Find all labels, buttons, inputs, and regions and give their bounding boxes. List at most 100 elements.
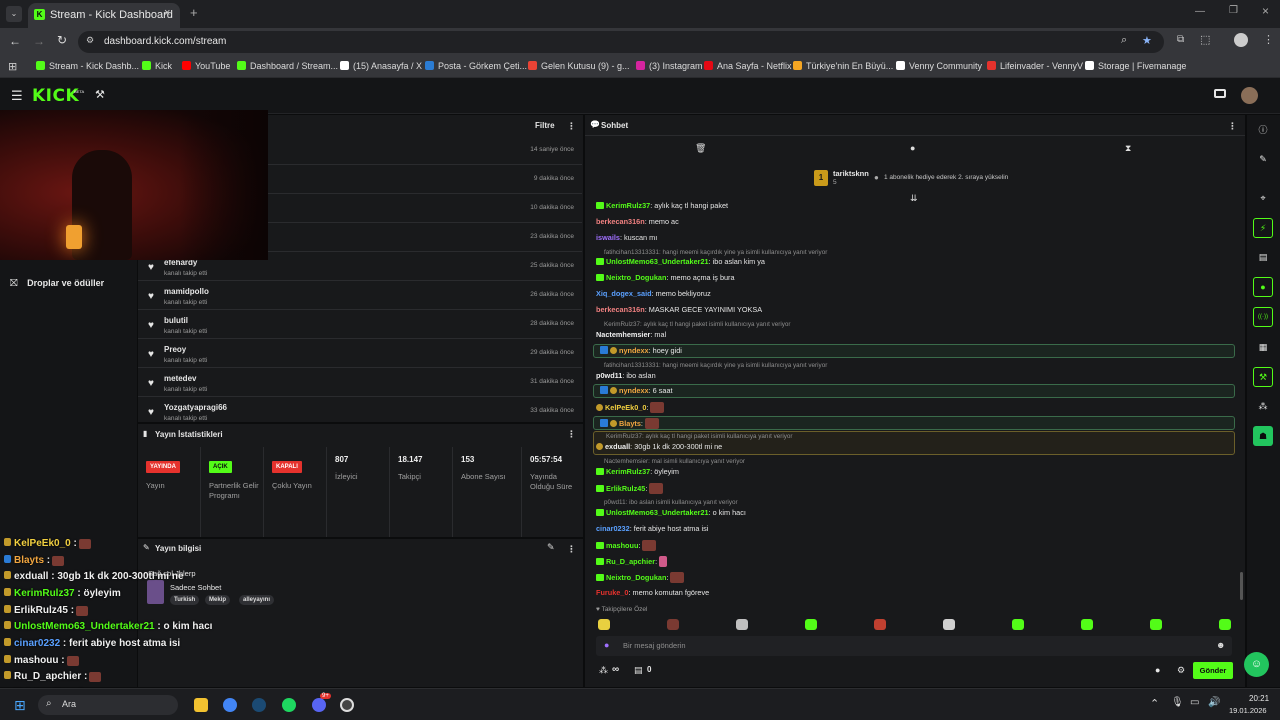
emote-picker-item[interactable] bbox=[1219, 619, 1231, 630]
clock-time[interactable]: 20:21 bbox=[1249, 694, 1269, 703]
mic-tray-icon[interactable]: 🎙 bbox=[1171, 697, 1184, 708]
filter-button[interactable]: Filtre bbox=[535, 121, 555, 130]
bookmark-item[interactable]: Stream - Kick Dashb... bbox=[36, 61, 139, 71]
activity-username[interactable]: bulutil bbox=[164, 316, 188, 325]
target-icon[interactable]: ⌖ bbox=[1253, 188, 1273, 208]
steam-icon[interactable] bbox=[252, 698, 266, 712]
trash-icon[interactable]: 🗑 bbox=[695, 143, 706, 154]
chat-username[interactable]: exduall bbox=[605, 442, 630, 451]
profile-avatar[interactable] bbox=[1234, 33, 1248, 47]
robot-icon[interactable]: ☗ bbox=[1253, 426, 1273, 446]
support-chat-button[interactable]: ☺ bbox=[1244, 652, 1269, 677]
bookmark-item[interactable]: Kick bbox=[142, 61, 172, 71]
tab-list-button[interactable]: ⌄ bbox=[6, 6, 22, 22]
chrome-icon[interactable] bbox=[223, 698, 237, 712]
chat-username[interactable]: Nactemhemsier bbox=[596, 330, 650, 339]
chat-icon[interactable]: ● bbox=[1253, 277, 1273, 297]
kick-logo[interactable]: KICK bbox=[32, 86, 79, 106]
stream-tag[interactable]: alleyayını bbox=[239, 595, 275, 605]
info-icon[interactable]: ⓘ bbox=[1253, 120, 1273, 140]
share-icon[interactable]: ⁂ bbox=[1253, 396, 1273, 416]
chat-username[interactable]: Xiq_dogex_said bbox=[596, 289, 652, 298]
chat-username[interactable]: UnlostMemo63_Undertaker21 bbox=[606, 508, 709, 517]
bookmark-item[interactable]: Dashboard / Stream... bbox=[237, 61, 338, 71]
emote-picker-item[interactable] bbox=[1150, 619, 1162, 630]
settings-gear-icon[interactable]: ⚙ bbox=[1177, 665, 1185, 676]
hammer-icon[interactable]: ⚒ bbox=[95, 88, 105, 101]
bookmark-item[interactable]: (15) Anasayfa / X bbox=[340, 61, 422, 71]
chat-menu-icon[interactable]: ⋮ bbox=[1228, 121, 1237, 132]
emote-picker-item[interactable] bbox=[736, 619, 748, 630]
chat-username[interactable]: mashouu bbox=[606, 541, 638, 550]
emote-picker-item[interactable] bbox=[1081, 619, 1093, 630]
chat-username[interactable]: nyndexx bbox=[619, 386, 649, 395]
chat-username[interactable]: berkecan316n bbox=[596, 305, 645, 314]
windows-start-icon[interactable]: ⊞ bbox=[14, 697, 26, 714]
emote-picker-item[interactable] bbox=[598, 619, 610, 630]
stream-tag[interactable]: Turkish bbox=[170, 595, 200, 605]
clipboard-icon[interactable]: ▤ bbox=[1253, 247, 1273, 267]
close-icon[interactable]: × bbox=[164, 7, 170, 19]
new-tab-icon[interactable]: + bbox=[190, 5, 198, 20]
chat-username[interactable]: KelPeEk0_0 bbox=[605, 403, 646, 412]
obs-icon[interactable] bbox=[340, 698, 354, 712]
stream-tag[interactable]: Mekip bbox=[205, 595, 231, 605]
send-button[interactable]: Gönder bbox=[1193, 662, 1233, 679]
emote-picker-item[interactable] bbox=[667, 619, 679, 630]
edit-icon[interactable]: ✎ bbox=[1253, 149, 1273, 169]
activity-username[interactable]: mamidpollo bbox=[164, 287, 209, 296]
stats-menu-icon[interactable]: ⋮ bbox=[567, 429, 576, 440]
chat-username[interactable]: berkecan316n bbox=[596, 217, 645, 226]
site-info-icon[interactable]: ⚙ bbox=[86, 35, 94, 46]
bookmark-item[interactable]: Posta - Görkem Çeti... bbox=[425, 61, 527, 71]
sidebar-item-drops[interactable]: ⛝ Droplar ve ödüller bbox=[10, 273, 134, 289]
scroll-down-icon[interactable]: ⇊ bbox=[910, 193, 918, 204]
restore-icon[interactable]: ❐ bbox=[1229, 5, 1238, 16]
back-icon[interactable]: ← bbox=[9, 34, 21, 48]
browser-menu-icon[interactable]: ⋮ bbox=[1263, 33, 1274, 46]
chat-username[interactable]: Furuke_0 bbox=[596, 588, 628, 597]
minimize-icon[interactable]: — bbox=[1195, 6, 1205, 17]
chat-username[interactable]: Ru_D_apchier bbox=[606, 557, 655, 566]
chat-username[interactable]: iswails bbox=[596, 233, 620, 242]
chat-bubble-settings-icon[interactable]: ● bbox=[1155, 665, 1160, 675]
activity-username[interactable]: Preoy bbox=[164, 345, 186, 354]
bookmark-item[interactable]: Gelen Kutusu (9) - g... bbox=[528, 61, 630, 71]
message-icon[interactable]: ● bbox=[910, 143, 915, 153]
activity-username[interactable]: Yozgatyapragi66 bbox=[164, 403, 227, 412]
menu-hamburger-icon[interactable]: ☰ bbox=[11, 88, 23, 104]
extensions-puzzle-icon[interactable]: ⬚ bbox=[1200, 33, 1210, 46]
tray-chevron-icon[interactable]: ⌃ bbox=[1150, 697, 1159, 710]
wallet-icon[interactable]: ▤ bbox=[634, 665, 643, 676]
chat-scrollbar[interactable] bbox=[1240, 572, 1243, 600]
emote-picker-item[interactable] bbox=[874, 619, 886, 630]
spotify-icon[interactable] bbox=[282, 698, 296, 712]
server-icon[interactable]: ▦ bbox=[1253, 337, 1273, 357]
bookmark-item[interactable]: (3) Instagram bbox=[636, 61, 703, 71]
points-icon[interactable]: ⁂ bbox=[599, 665, 608, 676]
edit-icon[interactable]: ✎ bbox=[547, 542, 555, 553]
window-close-icon[interactable]: × bbox=[1262, 4, 1269, 18]
chat-username[interactable]: nyndexx bbox=[619, 346, 649, 355]
chat-username[interactable]: KerimRulz37 bbox=[606, 467, 650, 476]
bookmark-item[interactable]: Storage | Fivemanage bbox=[1085, 61, 1186, 71]
chat-username[interactable]: ErlikRulz45 bbox=[606, 484, 645, 493]
stream-info-menu-icon[interactable]: ⋮ bbox=[567, 544, 576, 555]
file-explorer-icon[interactable] bbox=[194, 698, 208, 712]
broadcast-icon[interactable]: ((·)) bbox=[1253, 307, 1273, 327]
taskbar-search[interactable]: ⌕ Ara bbox=[38, 695, 178, 715]
clock-date[interactable]: 19.01.2026 bbox=[1229, 706, 1267, 715]
bookmark-item[interactable]: Ana Sayfa - Netflix bbox=[704, 61, 792, 71]
chat-username[interactable]: cinar0232 bbox=[596, 524, 630, 533]
chat-username[interactable]: UnlostMemo63_Undertaker21 bbox=[606, 257, 709, 266]
creator-icon[interactable] bbox=[1214, 89, 1226, 98]
activity-username[interactable]: metedev bbox=[164, 374, 196, 383]
emote-picker-item[interactable] bbox=[943, 619, 955, 630]
activity-menu-icon[interactable]: ⋮ bbox=[567, 121, 576, 132]
forward-icon[interactable]: → bbox=[33, 34, 45, 48]
bookmark-item[interactable]: Türkiye'nin En Büyü... bbox=[793, 61, 893, 71]
address-bar[interactable]: ⚙ dashboard.kick.com/stream ⌕ ★ bbox=[78, 31, 1164, 53]
volume-icon[interactable]: 🔊 bbox=[1208, 697, 1220, 708]
discord-icon[interactable] bbox=[312, 698, 326, 712]
chat-username[interactable]: Blayts bbox=[619, 419, 641, 428]
